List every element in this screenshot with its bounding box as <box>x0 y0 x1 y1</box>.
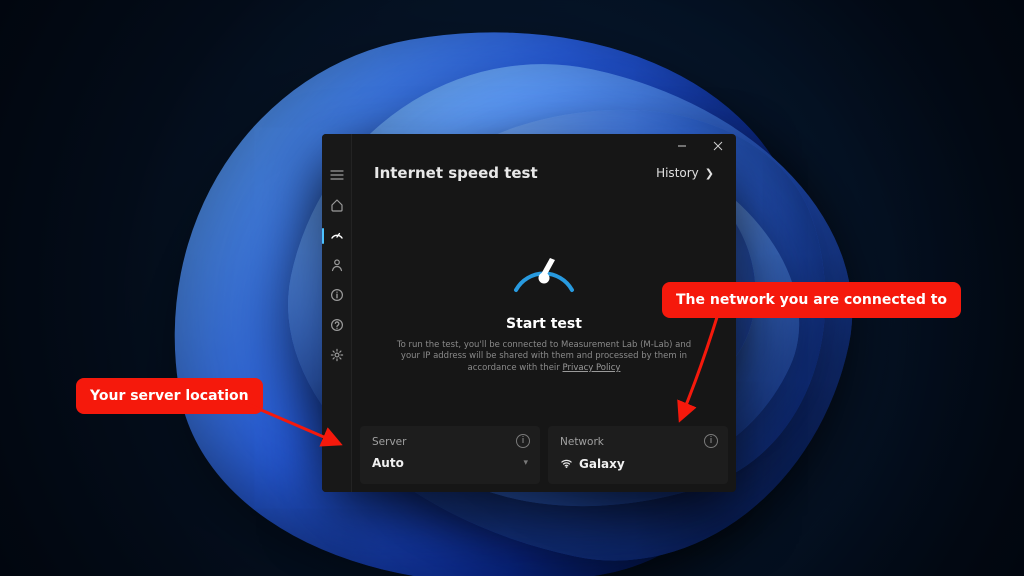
page-title: Internet speed test <box>374 164 538 182</box>
start-test-button[interactable] <box>504 236 584 306</box>
close-button[interactable] <box>700 134 736 158</box>
sidebar-item-home[interactable] <box>322 192 352 220</box>
network-value: Galaxy <box>579 457 625 471</box>
home-icon <box>330 197 344 216</box>
history-label: History <box>656 166 699 180</box>
wifi-icon <box>560 456 573 472</box>
help-icon <box>330 317 344 336</box>
settings-icon <box>330 347 344 366</box>
sidebar-item-info[interactable] <box>322 282 352 310</box>
sidebar <box>322 134 352 492</box>
network-card: Network i Galaxy <box>548 426 728 484</box>
window-controls <box>664 134 736 158</box>
annotation-server: Your server location <box>76 378 263 414</box>
history-link[interactable]: History ❯ <box>656 166 714 180</box>
sidebar-item-menu[interactable] <box>322 162 352 190</box>
info-icon[interactable]: i <box>704 434 718 448</box>
annotation-network: The network you are connected to <box>662 282 961 318</box>
privacy-policy-link[interactable]: Privacy Policy <box>563 363 621 373</box>
minimize-button[interactable] <box>664 134 700 158</box>
chevron-down-icon: ▾ <box>523 458 528 468</box>
sidebar-item-settings[interactable] <box>322 342 352 370</box>
sidebar-item-person[interactable] <box>322 252 352 280</box>
menu-icon <box>330 167 344 186</box>
sidebar-item-help[interactable] <box>322 312 352 340</box>
person-icon <box>330 257 344 276</box>
sidebar-item-speed[interactable] <box>322 222 352 250</box>
info-icon <box>330 287 344 306</box>
chevron-right-icon: ❯ <box>705 167 714 180</box>
server-value: Auto <box>372 456 404 470</box>
disclaimer-text: To run the test, you'll be connected to … <box>394 340 694 374</box>
start-test-label: Start test <box>506 316 582 332</box>
server-label: Server <box>372 436 528 448</box>
info-icon[interactable]: i <box>516 434 530 448</box>
server-card[interactable]: Server i Auto ▾ <box>360 426 540 484</box>
network-label: Network <box>560 436 716 448</box>
speed-icon <box>330 227 344 246</box>
